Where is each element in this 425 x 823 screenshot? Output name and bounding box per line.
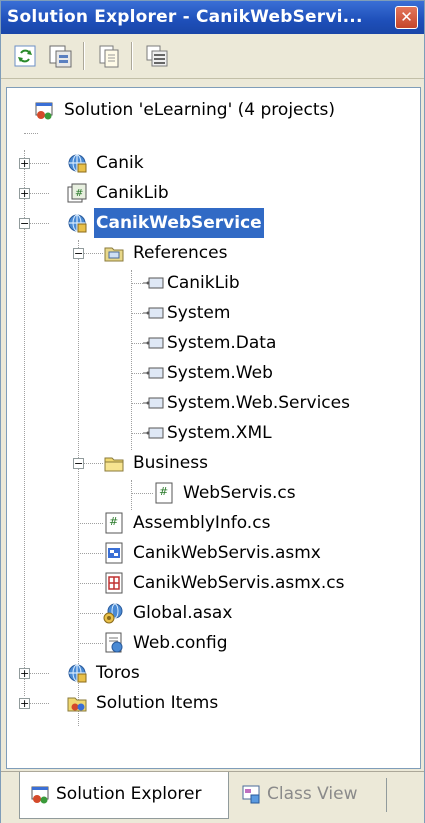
tree-line [78, 240, 79, 726]
expander-business[interactable]: − [73, 458, 84, 469]
show-all-files-button[interactable] [48, 43, 74, 69]
tree-item-label: References [133, 243, 228, 263]
tab-label: Solution Explorer [56, 784, 202, 804]
refresh-button[interactable] [12, 43, 38, 69]
expander-canik[interactable]: + [19, 158, 30, 169]
tree-line [131, 480, 132, 510]
folder-icon [104, 457, 124, 472]
toolbar-separator [83, 42, 85, 70]
copy-project-button[interactable] [144, 43, 170, 69]
tree-item-label: Solution Items [96, 693, 219, 713]
expander-references[interactable]: − [73, 248, 84, 259]
tree-line [131, 403, 143, 404]
tree-line [131, 270, 132, 450]
window-title: Solution Explorer - CanikWebServi... [7, 7, 363, 27]
tab-separator [386, 778, 387, 812]
bottom-tab-bar: Solution Explorer Class View [1, 771, 424, 823]
tree-line [131, 313, 143, 314]
close-button[interactable]: ✕ [395, 6, 418, 29]
tree-line [24, 133, 38, 134]
solution-items-icon [67, 697, 87, 712]
tree-line [29, 703, 49, 704]
toolbar-separator [131, 42, 133, 70]
expander-solution-items[interactable]: + [19, 698, 30, 709]
properties-icon [99, 45, 119, 68]
cs-file-icon: # [155, 482, 173, 504]
reference-icon [143, 397, 164, 409]
cs-file-icon: # [105, 512, 123, 534]
tree-item-label: System [167, 303, 231, 323]
tab-solution-explorer[interactable]: Solution Explorer [19, 772, 229, 819]
svg-text:#: # [75, 188, 83, 199]
reference-icon [143, 277, 164, 289]
solution-tree[interactable]: + + − − − + + Solution 'eLearning' (4 pr… [6, 87, 421, 769]
close-icon: ✕ [400, 8, 413, 26]
tree-line [78, 553, 103, 554]
tree-item-label: CanikWebServis.asmx.cs [133, 573, 345, 593]
tree-line [83, 253, 103, 254]
properties-button[interactable] [96, 43, 122, 69]
svg-text:#: # [159, 485, 168, 498]
solution-explorer-icon [31, 786, 49, 804]
tree-line [131, 433, 143, 434]
tree-item-label: CanikWebService [94, 208, 264, 238]
tree-item-label: CanikLib [96, 183, 169, 203]
copy-project-icon [146, 45, 168, 67]
asmx-cs-file-icon [105, 572, 123, 594]
reference-icon [143, 367, 164, 379]
solution-icon [35, 102, 53, 120]
tree-line [131, 343, 143, 344]
tree-line [78, 613, 103, 614]
tree-line [24, 150, 25, 696]
tree-item-label: System.Web.Services [167, 393, 350, 413]
tree-line [78, 523, 103, 524]
reference-icon [143, 337, 164, 349]
tab-label: Class View [267, 784, 358, 804]
solution-explorer-window: Solution Explorer - CanikWebServi... ✕ +… [0, 0, 425, 823]
tree-item-label: Business [133, 453, 208, 473]
tree-line [78, 583, 103, 584]
tree-item-label: Canik [96, 153, 144, 173]
tree-item-label: System.Data [167, 333, 277, 353]
asmx-file-icon [105, 542, 123, 564]
tab-class-view[interactable]: Class View [231, 772, 384, 818]
tree-line [83, 463, 103, 464]
tree-item-label: Toros [96, 663, 140, 683]
tree-line [29, 193, 49, 194]
tree-item-label: WebServis.cs [183, 483, 296, 503]
tree-line [78, 643, 103, 644]
tree-item-label: AssemblyInfo.cs [133, 513, 271, 533]
expander-toros[interactable]: + [19, 668, 30, 679]
tree-item-label: CanikLib [167, 273, 240, 293]
library-project-icon: # [67, 183, 87, 203]
expander-caniklib[interactable]: + [19, 188, 30, 199]
web-project-icon [68, 154, 87, 173]
expander-canikwebservice[interactable]: − [19, 218, 30, 229]
tree-item-label: Solution 'eLearning' (4 projects) [64, 100, 336, 120]
title-bar[interactable]: Solution Explorer - CanikWebServi... ✕ [1, 1, 424, 34]
web-project-icon [68, 664, 87, 683]
tree-line [29, 223, 49, 224]
refresh-icon [14, 45, 36, 67]
config-file-icon [105, 632, 123, 653]
svg-text:#: # [109, 515, 118, 528]
tree-line [29, 673, 49, 674]
class-view-icon [242, 785, 260, 804]
tree-item-label: Global.asax [133, 603, 233, 623]
tree-line [131, 493, 153, 494]
web-project-icon [68, 214, 87, 233]
tree-item-label: Web.config [133, 633, 228, 653]
tree-line [131, 373, 143, 374]
show-all-files-icon [49, 45, 72, 68]
tree-item-label: CanikWebServis.asmx [133, 543, 321, 563]
references-folder-icon [104, 247, 124, 262]
reference-icon [143, 307, 164, 319]
asax-file-icon [103, 603, 123, 624]
reference-icon [143, 427, 164, 439]
toolbar [1, 34, 424, 79]
tree-line [131, 283, 143, 284]
tree-item-label: System.XML [167, 423, 272, 443]
tree-line [29, 163, 49, 164]
tree-item-label: System.Web [167, 363, 273, 383]
